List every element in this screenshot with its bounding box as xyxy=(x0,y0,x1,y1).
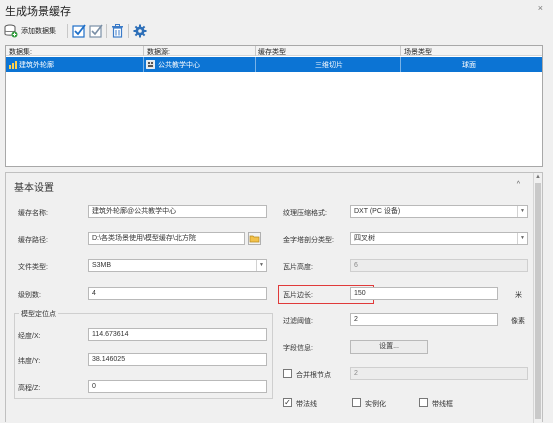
database-add-icon xyxy=(4,24,18,38)
longitude-label: 经度/X: xyxy=(18,333,41,340)
cell-scene-type[interactable]: 球面 xyxy=(462,60,476,70)
column-header-cache-type[interactable]: 缓存类型 xyxy=(258,47,286,57)
browse-folder-button[interactable] xyxy=(248,232,261,245)
cell-datasource: 公共教学中心 xyxy=(158,62,200,69)
folder-icon xyxy=(249,235,260,243)
chevron-down-icon[interactable]: ▼ xyxy=(517,206,527,217)
window-title: 生成场景缓存 xyxy=(5,6,71,18)
check-all-icon xyxy=(72,24,86,38)
model-position-legend: 模型定位点 xyxy=(19,309,58,319)
with-normals-checkbox[interactable]: ✓ xyxy=(283,398,292,407)
trash-icon xyxy=(112,24,123,38)
merge-root-label: 合并根节点 xyxy=(296,372,331,379)
cache-name-field[interactable]: 建筑外轮廓@公共教学中心 xyxy=(88,205,267,218)
pyramid-split-label: 金字塔剖分类型: xyxy=(283,237,334,244)
add-dataset-button[interactable]: 添加数据集 xyxy=(4,21,56,41)
basic-settings-panel: 基本设置 ^ ▲ 缓存名称: 建筑外轮廓@公共教学中心 缓存路径: D:\各类场… xyxy=(5,172,543,423)
toolbar-separator xyxy=(67,24,68,38)
field-settings-button[interactable]: 设置... xyxy=(350,340,428,354)
settings-button[interactable] xyxy=(133,21,147,41)
field-info-label: 字段信息: xyxy=(283,345,313,352)
datasource-icon xyxy=(146,60,155,69)
column-header-scene-type[interactable]: 场景类型 xyxy=(404,47,432,57)
column-header-dataset[interactable]: 数据集: xyxy=(9,47,32,57)
scrollbar[interactable]: ▲ xyxy=(533,173,542,423)
instancing-label: 实例化 xyxy=(365,401,386,408)
grid-header: 数据集: 数据源: 缓存类型 场景类型 xyxy=(6,46,542,56)
toolbar: 添加数据集 xyxy=(0,18,553,43)
latitude-field[interactable]: 38.146025 xyxy=(88,353,267,366)
filter-threshold-field[interactable]: 2 xyxy=(350,313,498,326)
tile-side-field[interactable]: 150 xyxy=(350,287,498,300)
elevation-field[interactable]: 0 xyxy=(88,380,267,393)
select-all-button[interactable] xyxy=(72,21,86,41)
scroll-thumb[interactable] xyxy=(535,183,541,419)
instancing-checkbox[interactable] xyxy=(352,398,361,407)
file-type-label: 文件类型: xyxy=(18,264,48,271)
level-count-field[interactable]: 4 xyxy=(88,287,267,300)
cell-dataset: 建筑外轮廓 xyxy=(19,62,54,69)
level-count-label: 级别数: xyxy=(18,292,41,299)
filter-threshold-label: 过滤阈值: xyxy=(283,318,313,325)
column-divider xyxy=(255,57,256,72)
table-row[interactable]: 建筑外轮廓 公共教学中心 三维切片 球面 xyxy=(6,57,542,72)
with-normals-label: 带法线 xyxy=(296,401,317,408)
longitude-field[interactable]: 114.673614 xyxy=(88,328,267,341)
cache-path-label: 缓存路径: xyxy=(18,237,48,244)
file-type-select[interactable]: S3MB ▼ xyxy=(88,259,267,272)
add-dataset-label: 添加数据集 xyxy=(21,28,56,35)
texture-compression-value: DXT (PC 设备) xyxy=(354,208,401,215)
with-wireframe-checkbox[interactable] xyxy=(419,398,428,407)
chevron-down-icon[interactable]: ▼ xyxy=(256,260,266,271)
texture-compression-label: 纹理压缩格式: xyxy=(283,210,327,217)
tile-height-field: 6 xyxy=(350,259,528,272)
pyramid-split-select[interactable]: 四叉树 ▼ xyxy=(350,232,528,245)
merge-root-field: 2 xyxy=(350,367,528,380)
with-wireframe-label: 带线框 xyxy=(432,401,453,408)
cache-path-field[interactable]: D:\各类场景使用\模型缓存\北方院 xyxy=(88,232,245,245)
column-divider xyxy=(400,57,401,72)
chevron-down-icon[interactable]: ▼ xyxy=(517,233,527,244)
close-icon[interactable]: × xyxy=(538,3,543,13)
texture-compression-select[interactable]: DXT (PC 设备) ▼ xyxy=(350,205,528,218)
panel-title: 基本设置 xyxy=(14,183,54,194)
column-divider xyxy=(400,46,401,56)
column-divider xyxy=(143,57,144,72)
column-header-datasource[interactable]: 数据源: xyxy=(147,47,170,57)
check-invert-icon xyxy=(89,24,103,38)
file-type-value: S3MB xyxy=(92,262,112,269)
region-dataset-icon xyxy=(9,61,17,69)
collapse-icon[interactable]: ^ xyxy=(517,181,520,188)
invert-select-button[interactable] xyxy=(89,21,103,41)
dataset-grid[interactable]: 数据集: 数据源: 缓存类型 场景类型 建筑外轮廓 公共教学中心 三维切片 球面 xyxy=(5,45,543,167)
tile-side-unit: 米 xyxy=(515,292,522,299)
scroll-up-icon[interactable]: ▲ xyxy=(534,174,542,180)
delete-button[interactable] xyxy=(111,21,124,41)
tile-side-label: 瓦片边长: xyxy=(283,292,313,299)
title-bar: 生成场景缓存 × xyxy=(0,0,553,18)
latitude-label: 纬度/Y: xyxy=(18,358,41,365)
toolbar-separator xyxy=(106,24,107,38)
tile-height-label: 瓦片高度: xyxy=(283,264,313,271)
merge-root-checkbox[interactable] xyxy=(283,369,292,378)
pyramid-split-value: 四叉树 xyxy=(354,235,375,242)
cell-cache-type[interactable]: 三维切片 xyxy=(315,60,343,70)
cache-name-label: 缓存名称: xyxy=(18,210,48,217)
column-divider xyxy=(255,46,256,56)
elevation-label: 高程/Z: xyxy=(18,385,41,392)
toolbar-separator xyxy=(128,24,129,38)
filter-threshold-unit: 像素 xyxy=(511,318,525,325)
column-divider xyxy=(143,46,144,56)
gear-icon xyxy=(133,24,147,38)
